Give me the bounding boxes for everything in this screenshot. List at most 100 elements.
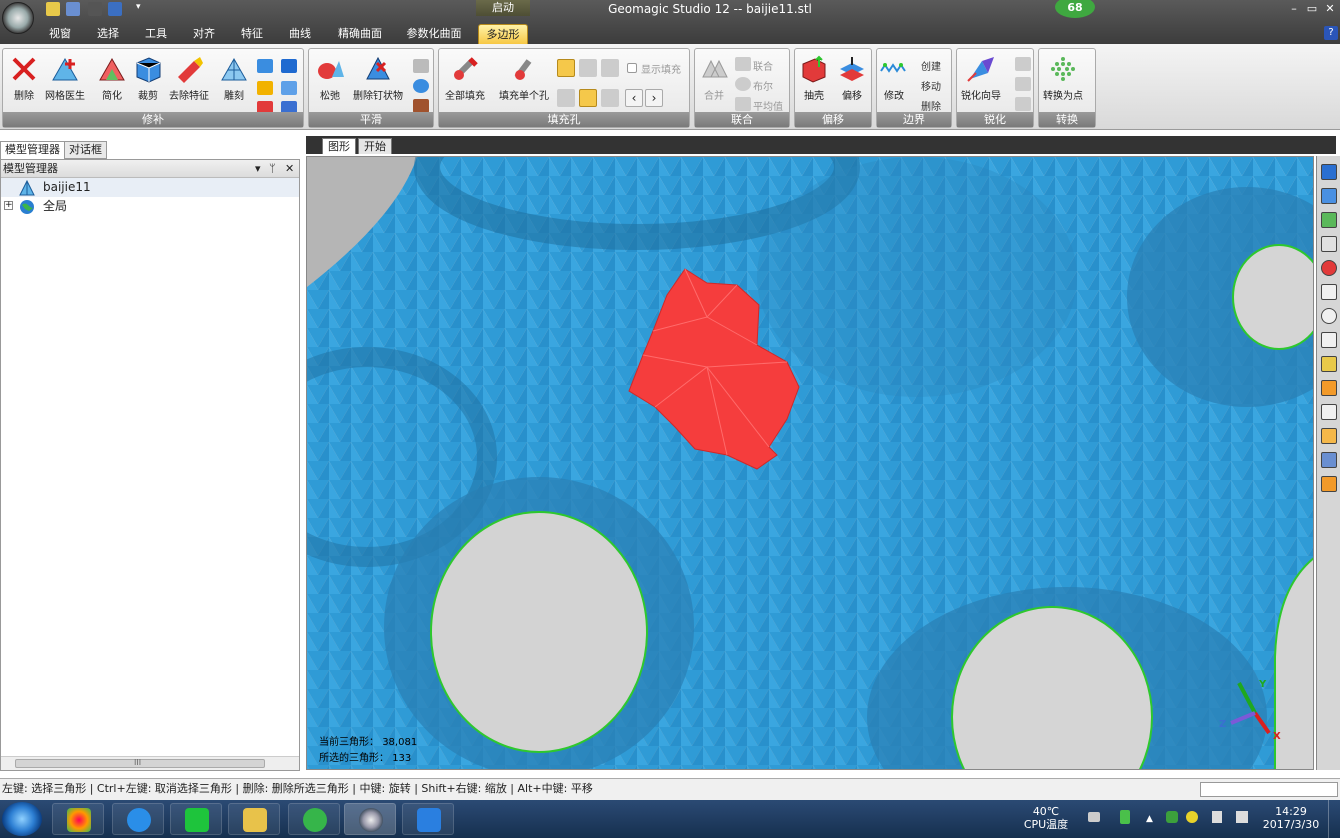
smooth-tool-3-icon[interactable] <box>413 99 429 113</box>
zoom-icon[interactable] <box>1321 236 1337 252</box>
remove-spikes-button[interactable]: 删除钉状物 <box>353 55 403 102</box>
tray-expand-icon[interactable]: ▲ <box>1146 814 1153 824</box>
cpu-temperature[interactable]: 40℃ CPU温度 <box>1020 805 1072 831</box>
redo-icon[interactable] <box>108 2 122 16</box>
tab-view[interactable]: 视窗 <box>44 24 76 44</box>
minimize-button[interactable]: – <box>1286 2 1302 15</box>
rect-select-icon[interactable] <box>1321 284 1337 300</box>
taskbar-explorer[interactable] <box>228 803 280 835</box>
tab-dialog[interactable]: 对话框 <box>64 141 107 159</box>
relax-button[interactable]: 松弛 <box>315 55 345 102</box>
clock[interactable]: 14:29 2017/3/30 <box>1258 805 1324 831</box>
next-hole-icon[interactable]: › <box>645 89 663 107</box>
pin-icon[interactable]: ᛘ <box>269 160 276 178</box>
average-icon[interactable] <box>735 97 751 111</box>
tab-polygons[interactable]: 多边形 <box>478 24 528 44</box>
panel-horizontal-scrollbar[interactable]: III <box>1 756 299 770</box>
tab-select[interactable]: 选择 <box>92 24 124 44</box>
panel-dropdown-icon[interactable]: ▾ <box>255 160 261 178</box>
start-button[interactable] <box>2 802 42 836</box>
fill-mode-complete-icon[interactable] <box>557 59 575 77</box>
close-button[interactable]: ✕ <box>1322 2 1338 15</box>
update-icon[interactable] <box>1186 811 1198 823</box>
panel-close-icon[interactable]: ✕ <box>285 160 294 178</box>
repair-tool-4-icon[interactable] <box>281 81 297 95</box>
volume-icon[interactable] <box>1212 811 1222 823</box>
tab-start[interactable]: 开始 <box>358 138 392 154</box>
restore-button[interactable]: ▭ <box>1304 2 1320 15</box>
select-visible-icon[interactable] <box>1321 452 1337 468</box>
select-through-icon[interactable] <box>1321 428 1337 444</box>
tab-model-manager[interactable]: 模型管理器 <box>0 141 65 159</box>
view-cube-icon[interactable] <box>1321 164 1337 180</box>
sharpen-tool-1-icon[interactable] <box>1015 57 1031 71</box>
tab-tools[interactable]: 工具 <box>140 24 172 44</box>
move-menu[interactable]: 移动 <box>921 78 941 93</box>
fill-all-button[interactable]: 全部填充 <box>445 55 485 102</box>
show-fill-checkbox[interactable] <box>627 63 637 73</box>
create-menu[interactable]: 创建 <box>921 58 941 73</box>
line-select-icon[interactable] <box>1321 332 1337 348</box>
taskbar-geomagic[interactable] <box>344 803 396 835</box>
polyline-select-icon[interactable] <box>1321 404 1337 420</box>
tab-features[interactable]: 特征 <box>236 24 268 44</box>
smooth-tool-1-icon[interactable] <box>413 59 429 73</box>
tab-graphics[interactable]: 图形 <box>322 138 356 154</box>
paint-select-icon[interactable] <box>1321 380 1337 396</box>
show-desktop-button[interactable] <box>1328 800 1340 838</box>
taskbar-wps[interactable] <box>402 803 454 835</box>
customize-qat-icon[interactable]: ▾ <box>136 2 146 16</box>
delete-button[interactable]: 删除 <box>9 55 39 102</box>
save-icon[interactable] <box>66 2 80 16</box>
lasso-select-icon[interactable] <box>1321 308 1337 324</box>
battery-icon[interactable] <box>1120 810 1130 824</box>
fill-type-tangent-icon[interactable] <box>601 89 619 107</box>
trim-button[interactable]: 裁剪 <box>133 55 163 102</box>
render-mode-icon[interactable] <box>1321 260 1337 276</box>
sharpen-wizard-button[interactable]: 锐化向导 <box>961 55 1001 102</box>
security-shield-icon[interactable] <box>1166 811 1178 823</box>
fill-type-curved-icon[interactable] <box>579 89 597 107</box>
union-icon[interactable] <box>735 57 751 71</box>
fill-mode-edge-icon[interactable] <box>579 59 597 77</box>
sharpen-tool-3-icon[interactable] <box>1015 97 1031 111</box>
simplify-button[interactable]: 简化 <box>97 55 127 102</box>
fill-type-flat-icon[interactable] <box>557 89 575 107</box>
modify-button[interactable]: 修改 <box>879 55 909 102</box>
taskbar-app-1[interactable] <box>52 803 104 835</box>
shell-button[interactable]: 抽壳 <box>799 55 829 102</box>
prev-hole-icon[interactable]: ‹ <box>625 89 643 107</box>
taskbar-ie[interactable] <box>112 803 164 835</box>
fit-view-icon[interactable] <box>1321 212 1337 228</box>
new-file-icon[interactable] <box>46 2 60 16</box>
tab-curves[interactable]: 曲线 <box>284 24 316 44</box>
offset-button[interactable]: 偏移 <box>837 55 867 102</box>
repair-tool-1-icon[interactable] <box>257 59 273 73</box>
repair-tool-2-icon[interactable] <box>281 59 297 73</box>
fill-mode-bridge-icon[interactable] <box>601 59 619 77</box>
keyboard-icon[interactable] <box>1088 812 1100 822</box>
smooth-tool-2-icon[interactable] <box>413 79 429 93</box>
delete-boundary-menu[interactable]: 删除 <box>921 98 941 113</box>
taskbar-browser[interactable] <box>288 803 340 835</box>
expand-icon[interactable]: + <box>4 201 13 210</box>
network-icon[interactable] <box>1236 811 1248 823</box>
brush-select-icon[interactable] <box>1321 356 1337 372</box>
tab-align[interactable]: 对齐 <box>188 24 220 44</box>
tab-exact-surfaces[interactable]: 精确曲面 <box>334 24 386 44</box>
engrave-button[interactable]: 雕刻 <box>219 55 249 102</box>
sharpen-tool-2-icon[interactable] <box>1015 77 1031 91</box>
repair-tool-3-icon[interactable] <box>257 81 273 95</box>
taskbar-iqiyi[interactable] <box>170 803 222 835</box>
tab-parametric-surfaces[interactable]: 参数化曲面 <box>404 24 464 44</box>
status-badge[interactable]: 68 <box>1055 0 1095 18</box>
tree-item-model[interactable]: baijie11 <box>1 178 299 197</box>
panel-scroll-thumb[interactable]: III <box>15 758 265 768</box>
fill-single-button[interactable]: 填充单个孔 <box>499 55 549 102</box>
undo-icon[interactable] <box>88 2 102 16</box>
merge-button[interactable]: 合并 <box>699 55 729 102</box>
mesh-doctor-button[interactable]: 网格医生 <box>45 55 85 102</box>
application-menu-button[interactable] <box>2 2 34 34</box>
graphics-viewport[interactable]: Y X Z 当前三角形： 38,081 所选的三角形： 133 <box>306 156 1314 770</box>
convert-to-points-button[interactable]: 转换为点 <box>1043 55 1083 102</box>
